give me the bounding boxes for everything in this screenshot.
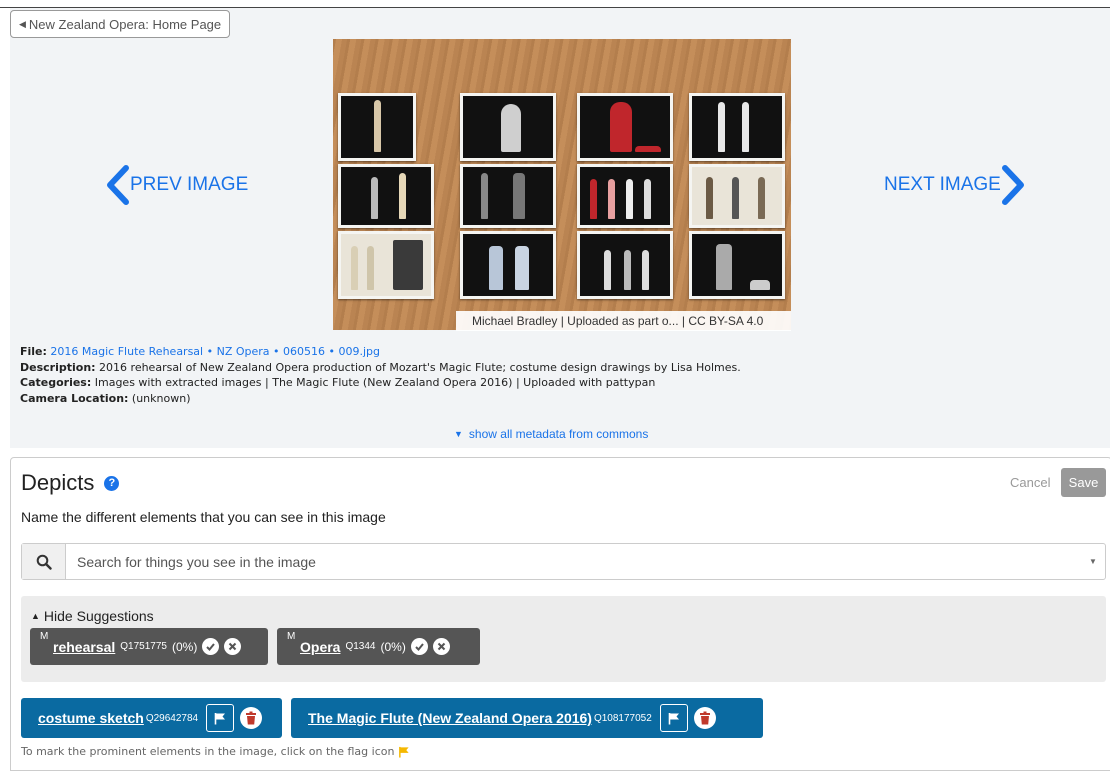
close-icon	[229, 642, 237, 651]
main-photo[interactable]	[333, 39, 791, 330]
depicts-heading: Depicts ?	[21, 470, 120, 496]
caret-up-icon: ▲	[31, 611, 40, 621]
file-link[interactable]: 2016 Magic Flute Rehearsal • NZ Opera • …	[50, 345, 380, 358]
sketch-sheet	[689, 164, 785, 228]
depicts-tag-label[interactable]: costume sketch	[38, 710, 144, 726]
sketch-sheet	[689, 231, 785, 299]
close-icon	[437, 642, 446, 651]
trash-icon	[246, 711, 257, 725]
reject-suggestion-button[interactable]	[432, 638, 450, 655]
categories-row: Categories: Images with extracted images…	[20, 375, 741, 391]
show-all-metadata-label: show all metadata from commons	[468, 427, 649, 441]
flag-prominent-button[interactable]	[206, 704, 235, 732]
caret-left-icon: ◀	[19, 18, 26, 29]
prev-image-button[interactable]: PREV IMAGE	[104, 165, 248, 205]
chevron-left-icon	[107, 165, 129, 205]
camera-location-value: (unknown)	[131, 391, 191, 405]
reject-suggestion-button[interactable]	[224, 638, 242, 655]
flag-icon	[668, 712, 679, 724]
depicts-tag: costume sketch Q29642784	[21, 698, 282, 738]
depicts-tag-qid: Q108177052	[593, 712, 652, 724]
depicts-tag: The Magic Flute (New Zealand Opera 2016)…	[291, 698, 763, 738]
suggestion-chip: M rehearsal Q1751775 (0%)	[30, 628, 268, 665]
depicts-tag-label[interactable]: The Magic Flute (New Zealand Opera 2016)	[308, 710, 592, 726]
sketch-sheet	[338, 93, 416, 161]
back-button[interactable]: ◀ New Zealand Opera: Home Page	[10, 10, 231, 38]
file-row: File: 2016 Magic Flute Rehearsal • NZ Op…	[20, 344, 741, 360]
flag-hint: To mark the prominent elements in the im…	[21, 745, 410, 758]
hide-suggestions-label: Hide Suggestions	[43, 608, 154, 624]
back-button-label: New Zealand Opera: Home Page	[28, 16, 222, 32]
suggestion-label[interactable]: rehearsal	[53, 639, 115, 655]
next-image-button[interactable]: NEXT IMAGE	[884, 165, 1027, 205]
prev-image-label: PREV IMAGE	[130, 174, 249, 195]
categories-label: Categories:	[20, 376, 92, 389]
search-icon-box	[22, 544, 66, 579]
depicts-tag-qid: Q29642784	[145, 712, 199, 724]
flag-prominent-button[interactable]	[659, 704, 688, 732]
suggestion-chip: M Opera Q1344 (0%)	[277, 628, 480, 665]
suggestion-percentage: (0%)	[172, 639, 198, 654]
suggestion-qid: Q1344	[345, 641, 376, 652]
search-icon	[36, 554, 52, 570]
file-label: File:	[20, 345, 47, 358]
remove-tag-button[interactable]	[693, 707, 716, 729]
remove-tag-button[interactable]	[240, 707, 263, 729]
flag-icon	[399, 746, 410, 758]
show-all-metadata-link[interactable]: ▼ show all metadata from commons	[454, 427, 648, 441]
depicts-search[interactable]: Search for things you see in the image ▼	[21, 543, 1106, 580]
suggestion-label[interactable]: Opera	[300, 639, 340, 655]
photo-attribution: Michael Bradley | Uploaded as part o... …	[456, 311, 791, 331]
sketch-sheet	[689, 93, 785, 161]
sketch-sheet	[460, 93, 556, 161]
chevron-right-icon	[1001, 165, 1024, 205]
flag-hint-text: To mark the prominent elements in the im…	[21, 745, 395, 758]
sketch-sheet	[460, 231, 556, 299]
sketch-sheet	[338, 164, 434, 228]
flag-icon	[214, 712, 226, 724]
accept-suggestion-button[interactable]	[202, 638, 220, 655]
help-icon[interactable]: ?	[104, 475, 120, 491]
sketch-sheet	[460, 164, 556, 228]
description-row: Description: 2016 rehearsal of New Zeala…	[20, 360, 741, 376]
sketch-sheet	[577, 231, 673, 299]
suggestion-marker: M	[40, 631, 49, 642]
sketch-sheet	[577, 93, 673, 161]
suggestion-marker: M	[287, 631, 296, 642]
suggestion-qid: Q1751775	[120, 641, 167, 652]
dropdown-arrow-icon[interactable]: ▼	[1081, 557, 1105, 566]
caret-down-icon: ▼	[454, 429, 463, 439]
trash-icon	[699, 711, 710, 725]
suggestion-percentage: (0%)	[380, 639, 406, 654]
description-label: Description:	[20, 360, 96, 374]
accept-suggestion-button[interactable]	[410, 638, 428, 655]
description-value: 2016 rehearsal of New Zealand Opera prod…	[99, 360, 741, 374]
next-image-label: NEXT IMAGE	[884, 174, 1001, 195]
search-input[interactable]: Search for things you see in the image	[66, 554, 1081, 570]
hide-suggestions-toggle[interactable]: ▲ Hide Suggestions	[31, 608, 154, 624]
camera-location-row: Camera Location: (unknown)	[20, 391, 741, 407]
save-button[interactable]: Save	[1061, 468, 1106, 497]
depicts-instruction: Name the different elements that you can…	[21, 509, 386, 525]
file-metadata: File: 2016 Magic Flute Rehearsal • NZ Op…	[20, 344, 741, 406]
check-icon	[415, 643, 424, 651]
depicts-title: Depicts	[21, 470, 95, 495]
cancel-button[interactable]: Cancel	[1010, 475, 1050, 490]
categories-value: Images with extracted images | The Magic…	[94, 376, 656, 389]
sketch-sheet	[338, 231, 434, 299]
sketch-sheet	[577, 164, 673, 228]
camera-location-label: Camera Location:	[20, 391, 129, 405]
check-icon	[206, 643, 216, 651]
